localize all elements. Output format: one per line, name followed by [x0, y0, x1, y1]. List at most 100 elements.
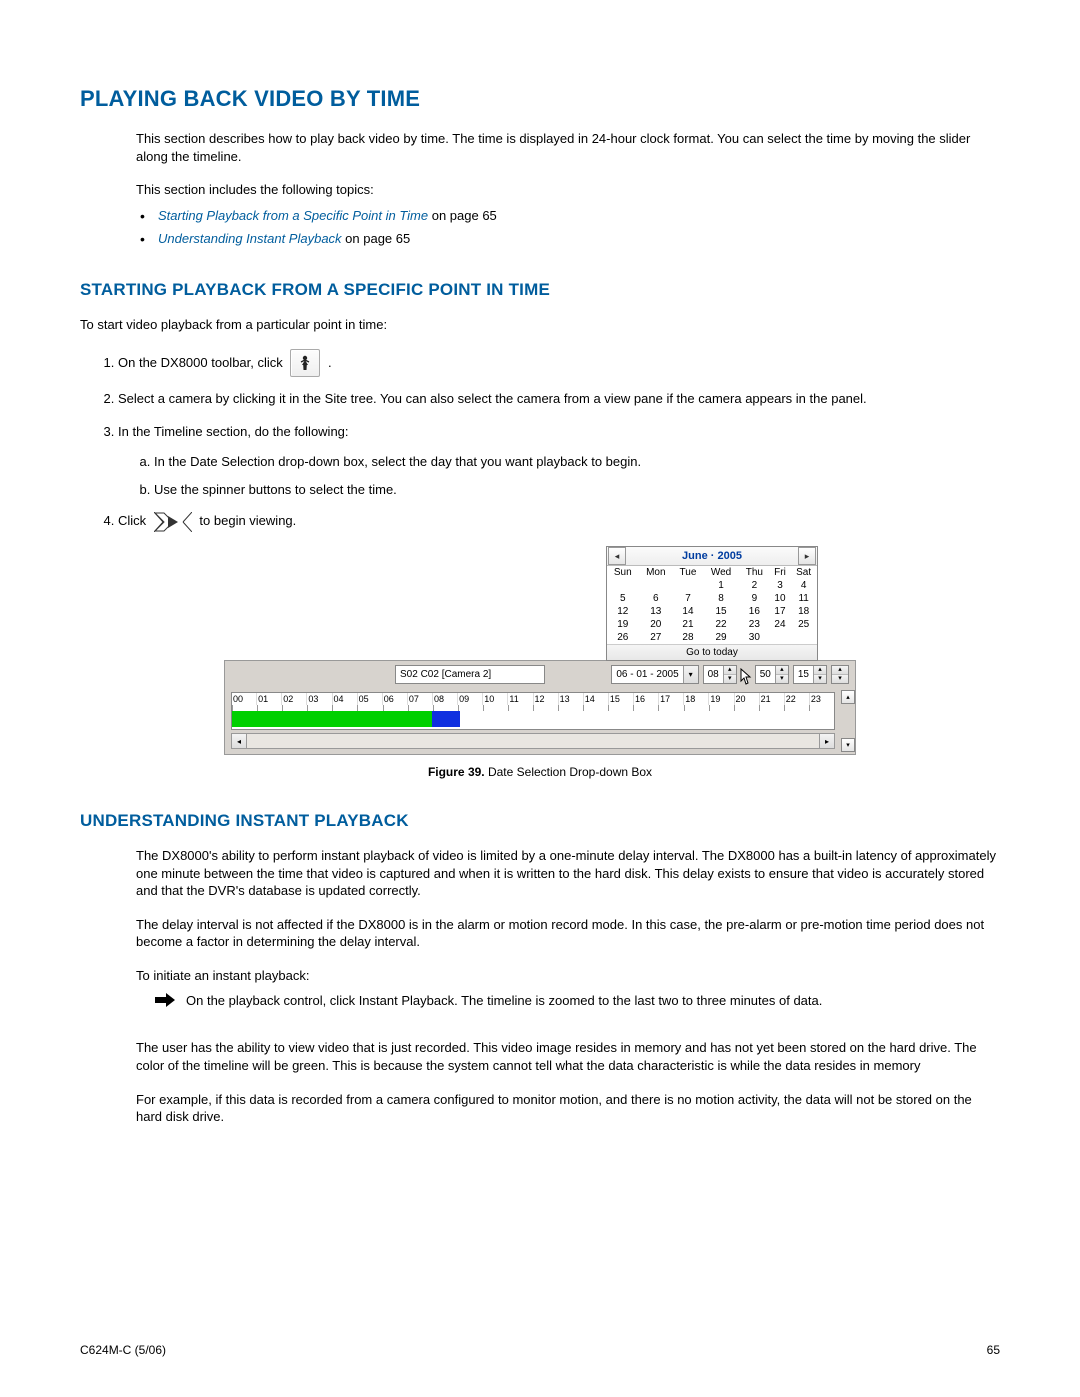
calendar-day[interactable]: 15: [703, 605, 739, 618]
understand-p2: The delay interval is not affected if th…: [136, 916, 1000, 951]
toc-link-1[interactable]: Starting Playback from a Specific Point …: [158, 208, 428, 223]
page-title: Playing Back Video by Time: [80, 86, 1000, 112]
calendar-day: [770, 631, 791, 644]
time-second-value: 15: [794, 669, 813, 680]
timeline-hour-label: 19: [709, 693, 734, 705]
time-minute-spinner[interactable]: 50 ▴▾: [755, 665, 789, 684]
calendar-day[interactable]: 24: [770, 618, 791, 631]
scroll-left-button[interactable]: ◂: [232, 734, 247, 748]
calendar-day[interactable]: 8: [703, 592, 739, 605]
calendar-day[interactable]: 21: [673, 618, 703, 631]
calendar-day[interactable]: 25: [790, 618, 817, 631]
calendar-title: June · 2005: [627, 550, 797, 562]
calendar-day[interactable]: 9: [739, 592, 770, 605]
dropdown-caret-icon: ▾: [683, 666, 698, 683]
calendar-dow: Tue: [673, 566, 703, 579]
timeline-ruler[interactable]: 0001020304050607080910111213141516171819…: [231, 692, 835, 730]
time-hour-spinner[interactable]: 08 ▴▾: [703, 665, 737, 684]
calendar-day[interactable]: 26: [607, 631, 639, 644]
playback-toolbar-icon[interactable]: [290, 349, 320, 377]
date-selection-value: 06 - 01 - 2005: [612, 669, 682, 680]
timeline-hour-label: 23: [810, 693, 834, 705]
calendar-day[interactable]: 10: [770, 592, 791, 605]
timeline-hour-label: 04: [333, 693, 358, 705]
timeline-hour-label: 15: [609, 693, 634, 705]
timeline-zoom-slider[interactable]: ▴ ▾: [841, 688, 855, 754]
zoom-out-button[interactable]: ▾: [841, 738, 855, 752]
step-3a: In the Date Selection drop-down box, sel…: [154, 453, 1000, 471]
section-understanding-playback: Understanding Instant Playback: [80, 811, 1000, 831]
toc-item-2: Understanding Instant Playback on page 6…: [136, 230, 1000, 248]
timeline-hour-label: 21: [760, 693, 785, 705]
timeline-scrollbar[interactable]: ◂ ▸: [231, 733, 835, 749]
camera-label-field: S02 C02 [Camera 2]: [395, 665, 545, 684]
calendar-day[interactable]: 20: [639, 618, 673, 631]
understand-p4: On the playback control, click Instant P…: [186, 992, 822, 1011]
calendar-day: [607, 579, 639, 592]
timeline-hour-label: 11: [508, 693, 533, 705]
understand-p5: The user has the ability to view video t…: [136, 1039, 1000, 1074]
time-second-spinner[interactable]: 15 ▴▾: [793, 665, 827, 684]
calendar-prev-button[interactable]: ◂: [608, 547, 626, 565]
calendar-dow: Sun: [607, 566, 639, 579]
step-4-text-b: to begin viewing.: [199, 511, 296, 532]
timeline-hour-label: 14: [584, 693, 609, 705]
intro-paragraph-2: This section includes the following topi…: [136, 181, 1000, 199]
calendar-day[interactable]: 7: [673, 592, 703, 605]
calendar-day[interactable]: 17: [770, 605, 791, 618]
calendar-day[interactable]: 22: [703, 618, 739, 631]
toc-rest-2: on page 65: [342, 231, 411, 246]
calendar-day[interactable]: 12: [607, 605, 639, 618]
time-hour-value: 08: [704, 669, 723, 680]
calendar-day[interactable]: 18: [790, 605, 817, 618]
timeline-panel: S02 C02 [Camera 2] 06 - 01 - 2005 ▾ 08 ▴…: [224, 660, 856, 755]
zoom-in-button[interactable]: ▴: [841, 690, 855, 704]
time-minute-value: 50: [756, 669, 775, 680]
calendar-day[interactable]: 19: [607, 618, 639, 631]
calendar-day[interactable]: 28: [673, 631, 703, 644]
footer-left: C624M-C (5/06): [80, 1343, 166, 1357]
end-spinner[interactable]: ▴▾: [831, 665, 849, 684]
intro-paragraph-1: This section describes how to play back …: [136, 130, 1000, 165]
timeline-hour-label: 16: [634, 693, 659, 705]
calendar-day[interactable]: 13: [639, 605, 673, 618]
scroll-right-button[interactable]: ▸: [819, 734, 834, 748]
calendar-day[interactable]: 3: [770, 579, 791, 592]
timeline-hour-label: 03: [307, 693, 332, 705]
timeline-hour-label: 07: [408, 693, 433, 705]
step-3b: Use the spinner buttons to select the ti…: [154, 481, 1000, 499]
play-button-icon[interactable]: [154, 512, 192, 532]
start-intro: To start video playback from a particula…: [80, 316, 1000, 334]
calendar-day[interactable]: 4: [790, 579, 817, 592]
timeline-hour-label: 18: [684, 693, 709, 705]
step-2: Select a camera by clicking it in the Si…: [118, 389, 1000, 410]
calendar-next-button[interactable]: ▸: [798, 547, 816, 565]
calendar-day: [673, 579, 703, 592]
toc-item-1: Starting Playback from a Specific Point …: [136, 207, 1000, 225]
calendar-day[interactable]: 2: [739, 579, 770, 592]
calendar-day[interactable]: 5: [607, 592, 639, 605]
calendar-day[interactable]: 30: [739, 631, 770, 644]
calendar-dow: Mon: [639, 566, 673, 579]
footer-page-number: 65: [987, 1343, 1000, 1357]
timeline-hour-label: 20: [735, 693, 760, 705]
calendar-day[interactable]: 11: [790, 592, 817, 605]
timeline-segment-selected: [432, 711, 459, 727]
calendar-day[interactable]: 16: [739, 605, 770, 618]
calendar-day[interactable]: 29: [703, 631, 739, 644]
timeline-hour-label: 00: [232, 693, 257, 705]
date-selection-dropdown[interactable]: 06 - 01 - 2005 ▾: [611, 665, 698, 684]
calendar-day[interactable]: 27: [639, 631, 673, 644]
timeline-hour-label: 09: [458, 693, 483, 705]
calendar-day[interactable]: 1: [703, 579, 739, 592]
understand-p1: The DX8000's ability to perform instant …: [136, 847, 1000, 900]
calendar-grid[interactable]: SunMonTueWedThuFriSat 123456789101112131…: [607, 566, 817, 644]
timeline-hour-label: 10: [483, 693, 508, 705]
calendar-day[interactable]: 6: [639, 592, 673, 605]
go-to-today-button[interactable]: Go to today: [607, 644, 817, 660]
calendar-day[interactable]: 23: [739, 618, 770, 631]
toc-link-2[interactable]: Understanding Instant Playback: [158, 231, 342, 246]
cursor-pointer-icon: [739, 664, 753, 685]
calendar-day[interactable]: 14: [673, 605, 703, 618]
step-4: Click to begin viewing.: [118, 511, 1000, 532]
